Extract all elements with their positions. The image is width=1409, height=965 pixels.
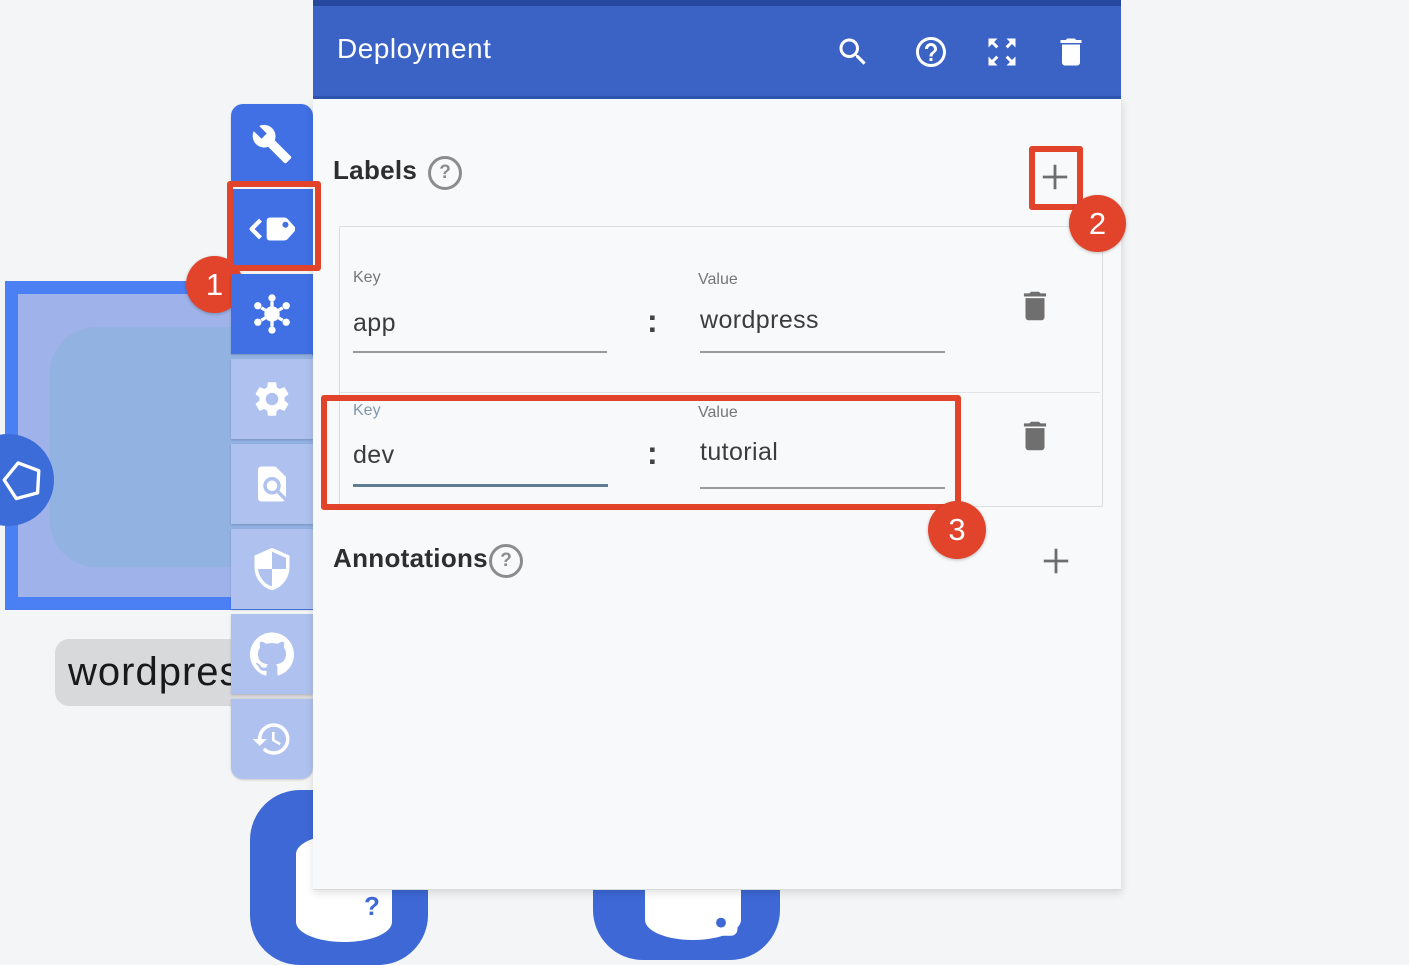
row-divider — [340, 392, 1100, 393]
step-badge-2: 2 — [1069, 195, 1126, 252]
value-field-label: Value — [698, 271, 738, 289]
help-glyph: ? — [500, 550, 512, 571]
delete-row-button[interactable] — [1016, 417, 1054, 455]
github-icon — [250, 632, 294, 676]
labels-section-title: Labels — [333, 155, 417, 186]
history-icon — [251, 718, 293, 760]
toolbar-item-inspect[interactable] — [231, 444, 313, 524]
step-badge-3: 3 — [928, 501, 986, 559]
lock-icon — [701, 892, 741, 938]
wrench-icon — [251, 123, 293, 165]
value-underline — [700, 351, 945, 353]
step3-highlight-box — [321, 395, 961, 510]
key-field-label: Key — [353, 269, 381, 287]
annotations-section-title: Annotations — [333, 543, 488, 574]
hub-icon — [249, 291, 295, 337]
shield-icon — [251, 548, 293, 590]
step-number: 1 — [206, 267, 223, 302]
delete-row-button[interactable] — [1016, 287, 1054, 325]
toolbar-item-security[interactable] — [231, 529, 313, 609]
fullscreen-icon[interactable] — [984, 34, 1020, 70]
annotations-help-icon[interactable]: ? — [489, 544, 523, 578]
find-in-page-icon — [251, 463, 293, 505]
delete-icon[interactable] — [1053, 34, 1089, 70]
step-number: 3 — [948, 512, 965, 547]
value-input[interactable]: wordpress — [700, 306, 819, 335]
gear-icon — [251, 378, 293, 420]
add-annotation-button[interactable] — [1040, 545, 1072, 577]
step2-highlight-box — [1029, 146, 1083, 210]
toolbar-item-settings[interactable] — [231, 359, 313, 439]
toolbar-item-history[interactable] — [231, 699, 313, 779]
help-glyph: ? — [439, 162, 451, 183]
panel-header: Deployment — [313, 0, 1121, 99]
question-glyph: ? — [364, 891, 380, 921]
labels-help-icon[interactable]: ? — [428, 156, 462, 190]
properties-panel: Labels ? 2 Key app : Value wordpress Key… — [313, 99, 1122, 890]
toolbar-item-network[interactable] — [231, 274, 313, 354]
key-value-separator: : — [647, 303, 658, 340]
toolbar-item-tools[interactable] — [231, 104, 313, 184]
toolbar-item-github[interactable] — [231, 614, 313, 694]
key-input[interactable]: app — [353, 309, 396, 338]
search-icon[interactable] — [835, 34, 871, 70]
step-number: 2 — [1089, 206, 1106, 241]
step1-highlight-box — [227, 181, 321, 271]
question-badge: ? — [352, 886, 392, 926]
panel-title: Deployment — [337, 33, 491, 65]
pentagon-icon — [0, 456, 48, 506]
key-underline — [353, 351, 607, 353]
help-icon[interactable] — [913, 34, 949, 70]
header-top-edge — [313, 0, 1121, 6]
